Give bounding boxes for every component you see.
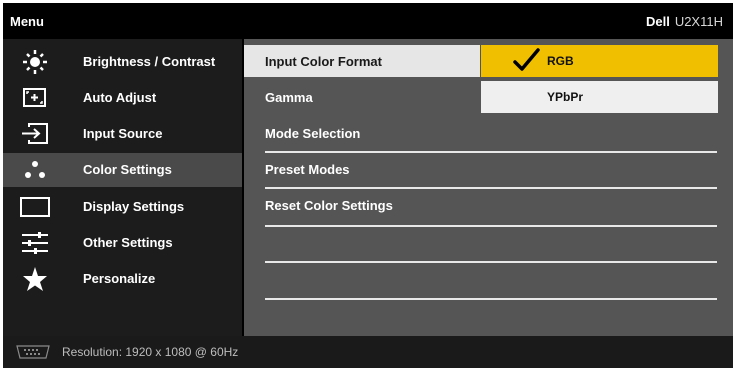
sidebar-item-display-settings[interactable]: Display Settings bbox=[3, 190, 242, 224]
sidebar-item-brightness-contrast[interactable]: Brightness / Contrast bbox=[3, 45, 242, 79]
submenu-row-label: Input Color Format bbox=[265, 54, 382, 69]
osd-menu: Menu Dell U2X11H Brightness / Contrast A… bbox=[3, 3, 733, 368]
sidebar-item-input-source[interactable]: Input Source bbox=[3, 117, 242, 151]
submenu-row-preset-modes[interactable]: Preset Modes bbox=[244, 153, 718, 185]
sidebar-item-label: Auto Adjust bbox=[83, 90, 157, 105]
dvi-connector-icon bbox=[16, 345, 50, 359]
sliders-icon bbox=[22, 232, 48, 254]
resolution-text: Resolution: 1920 x 1080 @ 60Hz bbox=[62, 345, 239, 359]
sun-icon bbox=[23, 50, 47, 74]
sidebar: Brightness / Contrast Auto Adjust Input … bbox=[3, 39, 242, 336]
submenu-row-empty bbox=[244, 227, 718, 259]
sidebar-item-auto-adjust[interactable]: Auto Adjust bbox=[3, 81, 242, 115]
submenu-row-label: Mode Selection bbox=[265, 126, 361, 141]
option-rgb[interactable]: RGB bbox=[481, 45, 718, 77]
auto-adjust-icon bbox=[23, 88, 46, 107]
submenu-row-reset-color-settings[interactable]: Reset Color Settings bbox=[244, 189, 718, 221]
sidebar-item-label: Other Settings bbox=[83, 235, 173, 250]
status-bar: Resolution: 1920 x 1080 @ 60Hz bbox=[3, 336, 733, 368]
color-dots-icon bbox=[25, 161, 45, 178]
sidebar-item-color-settings[interactable]: Color Settings bbox=[3, 153, 242, 187]
sidebar-item-label: Personalize bbox=[83, 271, 156, 286]
display-rectangle-icon bbox=[20, 197, 50, 217]
monitor-model: Dell U2X11H bbox=[646, 14, 723, 29]
input-source-icon bbox=[22, 123, 48, 144]
sidebar-item-other-settings[interactable]: Other Settings bbox=[3, 226, 242, 260]
option-ypbpr[interactable]: YPbPr bbox=[481, 81, 718, 113]
submenu-row-empty bbox=[244, 300, 718, 332]
brand-name: Dell bbox=[645, 14, 670, 29]
submenu-row-label: Reset Color Settings bbox=[265, 198, 393, 213]
sidebar-item-label: Input Source bbox=[83, 126, 163, 141]
submenu-row-gamma[interactable]: Gamma bbox=[244, 81, 480, 113]
menu-title: Menu bbox=[10, 14, 44, 29]
submenu-row-label: Gamma bbox=[265, 90, 313, 105]
submenu-row-label: Preset Modes bbox=[265, 162, 350, 177]
submenu-panel: Input Color Format Gamma Mode Selection … bbox=[244, 39, 733, 336]
sidebar-item-label: Color Settings bbox=[83, 162, 172, 177]
sidebar-item-personalize[interactable]: Personalize bbox=[3, 262, 242, 296]
option-label: RGB bbox=[547, 54, 574, 68]
submenu-row-empty bbox=[244, 263, 718, 295]
star-icon bbox=[23, 267, 47, 291]
title-bar: Menu Dell U2X11H bbox=[3, 3, 733, 39]
model-name: U2X11H bbox=[674, 14, 723, 29]
submenu-row-mode-selection[interactable]: Mode Selection bbox=[244, 117, 718, 149]
submenu-row-input-color-format[interactable]: Input Color Format bbox=[244, 45, 480, 77]
checkmark-icon bbox=[513, 48, 540, 71]
sidebar-item-label: Display Settings bbox=[83, 199, 185, 214]
option-label: YPbPr bbox=[547, 90, 584, 104]
sidebar-item-label: Brightness / Contrast bbox=[83, 54, 216, 69]
